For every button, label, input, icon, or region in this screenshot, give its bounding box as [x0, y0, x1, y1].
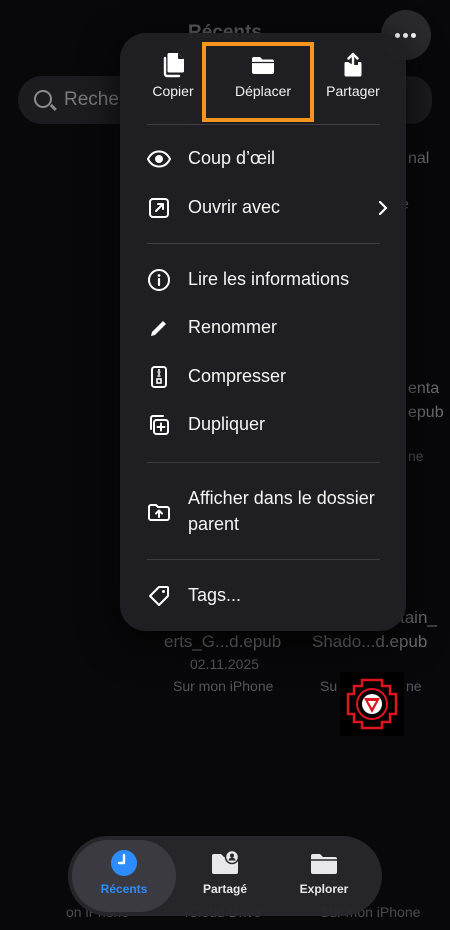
menu-top-actions: Copier Déplacer Partager: [120, 33, 406, 123]
partial-text: enta: [408, 380, 440, 397]
menu-item-get-info[interactable]: Lire les informations: [147, 260, 392, 300]
search-icon: [34, 90, 52, 108]
menu-item-label: Lire les informations: [188, 269, 350, 289]
share-icon: [344, 52, 362, 77]
shared-folder-icon: [212, 849, 240, 874]
file-name[interactable]: Shado...d.epub: [312, 632, 427, 652]
pencil-icon: [151, 321, 166, 336]
divider: [147, 462, 380, 463]
menu-item-label: Ouvrir avec: [188, 197, 281, 217]
file-location-end: ne: [406, 678, 422, 694]
share-button[interactable]: Partager: [308, 51, 398, 121]
divider: [147, 559, 380, 560]
chevron-right-icon: [378, 200, 388, 216]
partial-text: epub: [408, 404, 444, 421]
tab-browse[interactable]: Explorer: [272, 836, 376, 916]
move-highlight-box: [202, 42, 314, 122]
menu-item-label: Compresser: [188, 366, 287, 386]
clock-icon: [111, 850, 137, 876]
tab-shared[interactable]: Partagé: [173, 836, 277, 916]
menu-item-show-in-parent-folder[interactable]: Afficher dans le dossier parent: [147, 485, 392, 539]
tab-bar: Récents Partagé Explorer: [68, 836, 382, 916]
tab-label: Partagé: [202, 882, 248, 896]
partial-text: ne: [408, 448, 424, 464]
eye-icon: [147, 150, 171, 168]
tab-label: Explorer: [299, 882, 349, 896]
menu-item-label: Coup d’œil: [188, 148, 276, 168]
info-icon: [148, 269, 170, 291]
menu-item-tags[interactable]: Tags...: [147, 576, 392, 616]
zip-archive-icon: [151, 366, 167, 388]
dot-icon: [411, 33, 416, 38]
tab-label: Récents: [100, 882, 148, 896]
tag-icon: [149, 586, 169, 606]
menu-item-label: Tags...: [188, 585, 242, 605]
open-external-icon: [149, 198, 169, 218]
menu-item-label: Afficher dans le dossier parent: [188, 488, 375, 534]
menu-item-label: Renommer: [188, 317, 278, 337]
menu-item-duplicate[interactable]: Dupliquer: [147, 405, 392, 445]
folder-icon: [311, 854, 337, 874]
menu-item-rename[interactable]: Renommer: [147, 308, 392, 348]
tab-recents[interactable]: Récents: [72, 840, 176, 912]
share-label: Partager: [326, 83, 380, 99]
copy-icon: [163, 53, 184, 78]
file-name[interactable]: erts_G...d.epub: [164, 632, 281, 652]
context-menu: Copier Déplacer Partager Coup d’œil Ouvr…: [120, 33, 406, 631]
file-date: 02.11.2025: [190, 656, 260, 672]
divider: [147, 243, 380, 244]
divider: [147, 124, 380, 125]
menu-item-label: Dupliquer: [188, 414, 266, 434]
menu-item-quick-look[interactable]: Coup d’œil: [147, 139, 392, 179]
yantra-thumbnail-icon[interactable]: [340, 672, 404, 736]
file-location: Sur mon iPhone: [173, 678, 274, 694]
menu-item-compress[interactable]: Compresser: [147, 357, 392, 397]
file-location: Su: [320, 678, 338, 694]
folder-up-icon: [148, 504, 170, 521]
menu-item-open-with[interactable]: Ouvrir avec: [147, 188, 392, 228]
search-placeholder: Reche: [64, 89, 119, 110]
partial-text: nal: [408, 150, 430, 167]
file-name[interactable]: tain_: [400, 608, 437, 628]
duplicate-icon: [150, 415, 169, 435]
